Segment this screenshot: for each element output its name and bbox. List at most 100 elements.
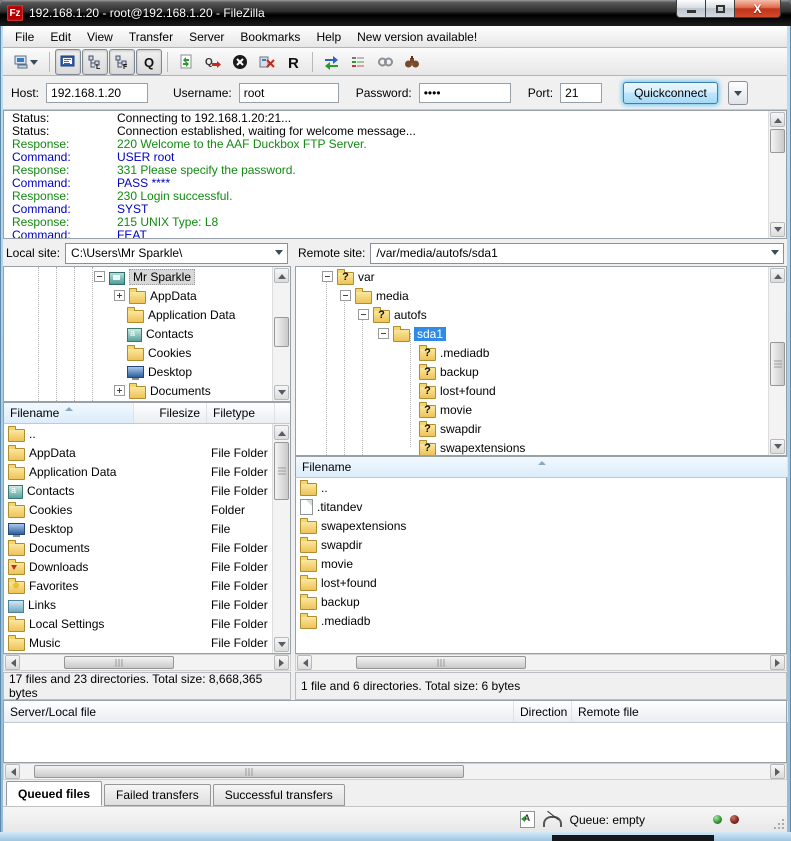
reconnect-button[interactable]: R [281,49,307,75]
tree-item-label[interactable]: Application Data [148,308,235,322]
scroll-up-button[interactable] [274,268,289,283]
tree-item-label[interactable]: lost+found [440,384,496,398]
scroll-up-button[interactable] [274,425,289,440]
file-row[interactable]: ContactsFile Folder [4,481,290,500]
column-header-direction[interactable]: Direction [514,701,572,722]
scroll-left-button[interactable] [297,655,312,670]
menu-bookmarks[interactable]: Bookmarks [232,26,308,47]
remote-site-dropdown-button[interactable] [766,244,783,263]
close-button[interactable]: X [735,0,781,18]
file-row[interactable]: Local SettingsFile Folder [4,614,290,633]
expand-expander[interactable] [114,385,125,396]
column-header-filesize[interactable]: Filesize [134,403,207,423]
file-row[interactable]: swapdir [296,535,786,554]
local-tree[interactable]: Mr Sparkle AppData Application Data Cont… [3,266,291,402]
menu-view[interactable]: View [79,26,121,47]
scroll-thumb[interactable] [34,765,464,778]
scroll-up-button[interactable] [770,268,785,283]
synchronized-browsing-button[interactable] [372,49,398,75]
file-row[interactable]: swapextensions [296,516,786,535]
collapse-expander[interactable] [358,309,369,320]
collapse-expander[interactable] [94,271,105,282]
port-input[interactable] [560,83,602,103]
tab-successful-transfers[interactable]: Successful transfers [213,784,345,806]
directory-listing-button[interactable] [345,49,371,75]
tree-item-label[interactable]: autofs [394,308,427,322]
column-header-filename[interactable]: Filename [4,403,134,423]
tree-item-label[interactable]: backup [440,365,479,379]
directory-comparison-button[interactable] [318,49,344,75]
file-row[interactable]: AppDataFile Folder [4,443,290,462]
menu-file[interactable]: File [7,26,42,47]
menu-help[interactable]: Help [308,26,349,47]
remote-tree-toggle-button[interactable]: F [109,49,135,75]
tree-item-label[interactable]: Contacts [146,327,193,341]
tree-item-label[interactable]: movie [440,403,472,417]
file-row[interactable]: CookiesFolder [4,500,290,519]
scroll-left-button[interactable] [5,655,20,670]
log-scrollbar[interactable] [768,111,786,238]
remote-file-list[interactable]: .. .titandev swapextensions swapdir movi… [295,478,787,654]
local-site-dropdown-button[interactable] [270,244,287,263]
file-row[interactable]: DocumentsFile Folder [4,538,290,557]
remote-list-hscrollbar[interactable] [295,654,787,671]
menu-server[interactable]: Server [181,26,232,47]
file-row[interactable]: backup [296,592,786,611]
local-list-hscrollbar[interactable] [3,654,291,671]
queue-toggle-button[interactable]: Q [136,49,162,75]
resize-grip[interactable] [774,819,784,829]
queue-hscrollbar[interactable] [3,763,787,780]
menu-edit[interactable]: Edit [42,26,79,47]
scroll-down-button[interactable] [274,385,289,400]
file-row[interactable]: .. [4,424,290,443]
file-row[interactable]: Application DataFile Folder [4,462,290,481]
cancel-button[interactable] [227,49,253,75]
local-file-list[interactable]: .. AppDataFile Folder Application DataFi… [3,424,291,654]
file-row[interactable]: FavoritesFile Folder [4,576,290,595]
scroll-thumb[interactable] [356,656,526,669]
file-row[interactable]: .mediadb [296,611,786,630]
scroll-thumb[interactable] [770,129,785,153]
local-list-scrollbar[interactable] [272,424,290,653]
username-input[interactable] [239,83,339,103]
queue-body[interactable] [3,723,787,763]
message-log-toggle-button[interactable] [55,49,81,75]
file-row[interactable]: .. [296,478,786,497]
quickconnect-dropdown-button[interactable] [728,81,748,105]
scroll-down-button[interactable] [770,222,785,237]
new-version-notice[interactable]: New version available! [349,26,485,47]
scroll-thumb[interactable] [770,342,785,386]
maximize-button[interactable] [706,0,735,18]
file-row[interactable]: lost+found [296,573,786,592]
scroll-down-button[interactable] [274,637,289,652]
file-row[interactable]: movie [296,554,786,573]
tree-item-label[interactable]: Desktop [148,365,192,379]
password-input[interactable] [419,83,511,103]
tree-item-label[interactable]: .mediadb [440,346,489,360]
tree-item-label[interactable]: AppData [150,289,197,303]
column-header-server-local-file[interactable]: Server/Local file [4,701,514,722]
tree-item-label[interactable]: media [376,289,409,303]
tree-item-label[interactable]: Mr Sparkle [129,269,195,285]
column-header-remote-file[interactable]: Remote file [572,701,788,722]
refresh-button[interactable] [173,49,199,75]
message-log[interactable]: Status:Connecting to 192.168.1.20:21... … [3,110,787,239]
tab-queued-files[interactable]: Queued files [6,781,102,806]
file-row[interactable]: .titandev [296,497,786,516]
tree-item-label[interactable]: Cookies [148,346,191,360]
transfer-type-indicator-icon[interactable] [520,811,535,828]
collapse-expander[interactable] [340,290,351,301]
minimize-button[interactable] [676,0,706,18]
file-row[interactable]: LinksFile Folder [4,595,290,614]
column-header-filetype[interactable]: Filetype [207,403,275,423]
remote-tree-scrollbar[interactable] [768,267,786,455]
remote-tree[interactable]: var media autofs sda1 .mediadb backup lo… [295,266,787,456]
file-row[interactable]: DownloadsFile Folder [4,557,290,576]
tree-item-label[interactable]: var [358,270,375,284]
tree-item-label[interactable]: swapdir [440,422,481,436]
file-row[interactable]: DesktopFile [4,519,290,538]
column-header-filename[interactable]: Filename [296,457,788,477]
process-queue-button[interactable]: Q [200,49,226,75]
collapse-expander[interactable] [378,328,389,339]
host-input[interactable] [46,83,148,103]
